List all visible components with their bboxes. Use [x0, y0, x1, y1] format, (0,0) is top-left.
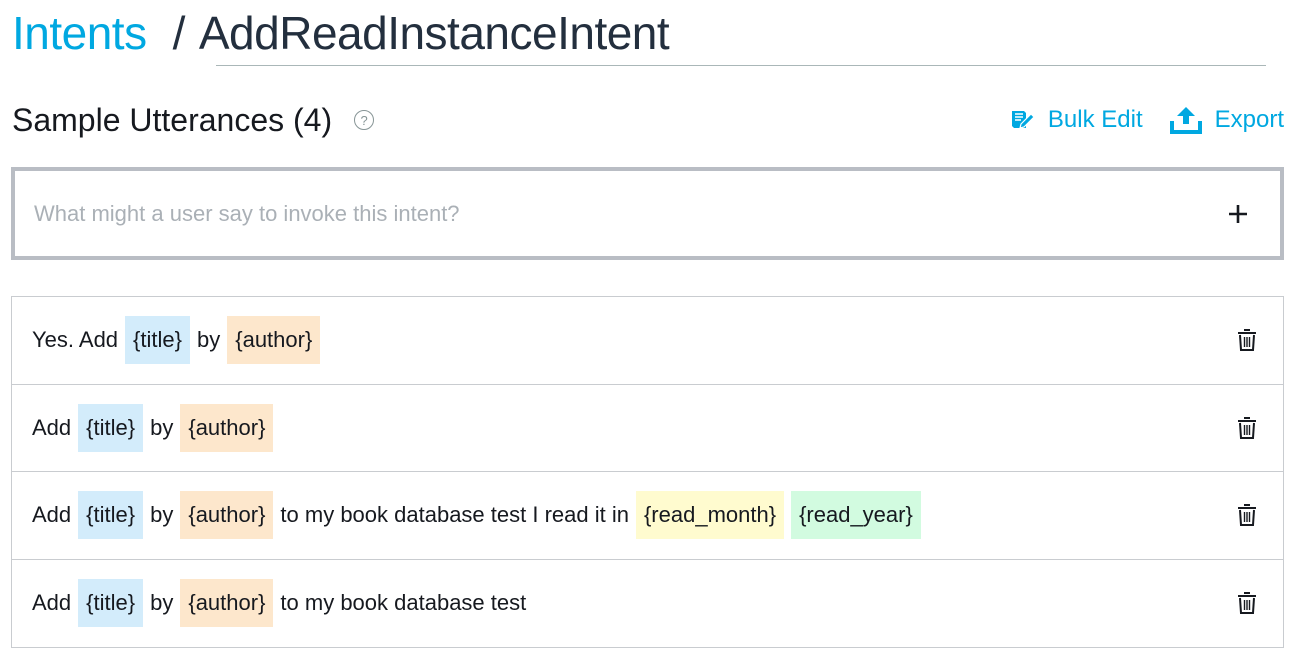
export-button[interactable]: Export: [1169, 105, 1284, 135]
slot-tag[interactable]: {title}: [125, 316, 190, 365]
export-label: Export: [1214, 106, 1284, 133]
section-header: Sample Utterances (4) ?: [12, 98, 375, 142]
delete-utterance-button[interactable]: [1235, 501, 1259, 529]
bulk-edit-label: Bulk Edit: [1047, 106, 1143, 133]
slot-tag[interactable]: {title}: [78, 403, 144, 452]
utterance-phrase: Add: [32, 414, 72, 440]
bulk-edit-button[interactable]: Bulk Edit: [1010, 106, 1143, 134]
utterance-text[interactable]: Add {title} by {author} to my book database …: [32, 491, 1235, 540]
bulk-edit-icon: [1011, 111, 1035, 129]
slot-tag[interactable]: {author}: [180, 579, 274, 628]
slot-tag[interactable]: {title}: [78, 491, 144, 540]
utterance-phrase: Add: [32, 502, 72, 528]
trash-icon: [1238, 504, 1256, 527]
plus-icon: [1229, 204, 1247, 223]
utterance-phrase: by: [150, 502, 174, 528]
slot-tag[interactable]: {author}: [180, 491, 274, 540]
utterance-row[interactable]: Add {title} by {author}: [12, 385, 1283, 472]
section-title: Sample Utterances (4): [12, 101, 333, 138]
trash-icon: [1238, 329, 1256, 352]
slot-tag[interactable]: {author}: [180, 403, 274, 452]
utterance-text[interactable]: Add {title} by {author}: [32, 403, 1235, 452]
trash-icon: [1238, 592, 1256, 615]
intent-editor-page: Intents / AddReadInstanceIntent Sample U…: [0, 0, 1292, 657]
utterance-text[interactable]: Yes. Add {title} by {author}: [32, 316, 1235, 365]
slot-tag[interactable]: {author}: [227, 316, 321, 365]
utterance-row[interactable]: Add {title} by {author} to my book database …: [12, 472, 1283, 560]
slot-tag[interactable]: {read_year}: [791, 491, 921, 540]
utterance-row[interactable]: Yes. Add {title} by {author}: [12, 297, 1283, 385]
question-circle-icon[interactable]: ?: [354, 110, 375, 130]
utterance-phrase: by: [196, 327, 221, 353]
utterance-phrase: by: [150, 414, 174, 440]
utterance-row[interactable]: Add {title} by {author} to my book database …: [12, 560, 1283, 648]
utterance-phrase: to my book database test: [280, 590, 527, 616]
delete-utterance-button[interactable]: [1235, 589, 1259, 617]
slot-tag[interactable]: {title}: [78, 579, 144, 628]
utterance-phrase: to my book database test I read it in: [280, 502, 629, 528]
breadcrumb-current-intent[interactable]: AddReadInstanceIntent: [199, 6, 670, 60]
breadcrumb-separator: /: [172, 7, 186, 59]
utterance-phrase: Add: [32, 590, 72, 616]
add-utterance-button[interactable]: [1218, 194, 1258, 234]
trash-icon: [1238, 416, 1256, 439]
utterance-list: Yes. Add {title} by {author} Add {title} by {au…: [11, 296, 1284, 648]
delete-utterance-button[interactable]: [1235, 326, 1259, 354]
utterance-phrase: Yes. Add: [32, 327, 119, 353]
breadcrumb: Intents / AddReadInstanceIntent: [12, 2, 670, 64]
slot-tag[interactable]: {read_month}: [635, 491, 785, 540]
utterance-input-box: [11, 167, 1284, 260]
section-actions: Bulk Edit Export: [1010, 100, 1284, 140]
utterance-text[interactable]: Add {title} by {author} to my book database …: [32, 579, 1235, 628]
breadcrumb-intents-link[interactable]: Intents: [12, 6, 147, 60]
utterance-phrase: by: [150, 590, 174, 616]
delete-utterance-button[interactable]: [1235, 414, 1259, 442]
utterance-input[interactable]: [15, 199, 1218, 228]
intent-name-underline: [216, 65, 1266, 66]
upload-icon: [1169, 107, 1202, 134]
